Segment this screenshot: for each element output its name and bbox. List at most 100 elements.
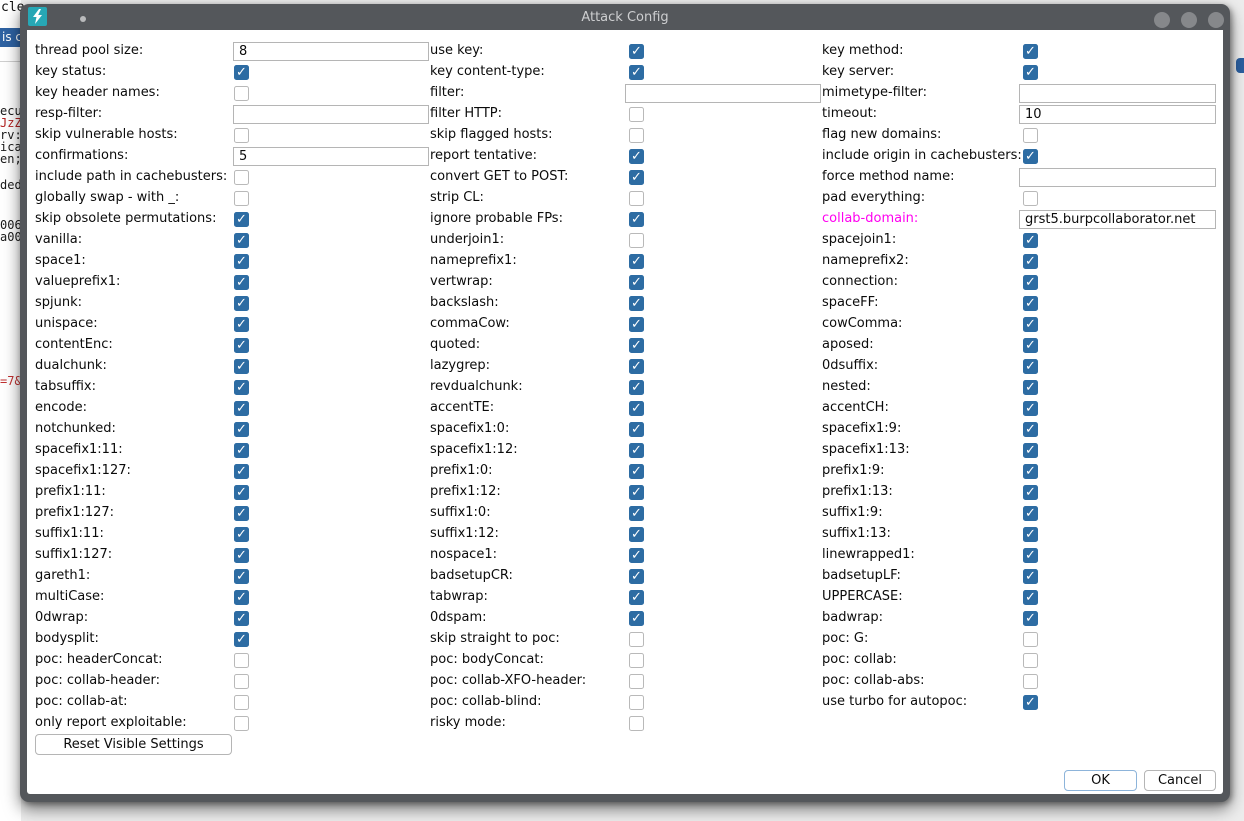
- setting-checkbox-checked[interactable]: ✓: [1023, 569, 1038, 584]
- setting-label: 0dsuffix:: [822, 358, 878, 373]
- setting-checkbox-checked[interactable]: ✓: [1023, 149, 1038, 164]
- setting-label: spacefix1:13:: [822, 442, 910, 457]
- setting-row: force method name:: [27, 167, 1223, 188]
- check-icon: ✓: [1025, 611, 1036, 626]
- background-text-fragment: =7&: [0, 374, 21, 388]
- setting-label: risky mode:: [430, 715, 506, 730]
- background-text-fragment: en;: [0, 152, 21, 166]
- check-icon: ✓: [1025, 275, 1036, 290]
- setting-row: timeout:: [27, 104, 1223, 125]
- dialog-content: thread pool size:key status:✓key header …: [27, 30, 1223, 794]
- setting-checkbox-checked[interactable]: ✓: [1023, 548, 1038, 563]
- setting-checkbox-checked[interactable]: ✓: [1023, 401, 1038, 416]
- setting-checkbox-checked[interactable]: ✓: [1023, 464, 1038, 479]
- setting-checkbox-checked[interactable]: ✓: [1023, 254, 1038, 269]
- check-icon: ✓: [1025, 317, 1036, 332]
- setting-row: spacefix1:13: ✓: [27, 440, 1223, 461]
- setting-checkbox-checked[interactable]: ✓: [1023, 275, 1038, 290]
- setting-checkbox-checked[interactable]: ✓: [1023, 44, 1038, 59]
- setting-label: use turbo for autopoc:: [822, 694, 967, 709]
- window-maximize-button[interactable]: [1181, 12, 1197, 28]
- setting-label: suffix1:13:: [822, 526, 891, 541]
- background-text-fragment: ded: [0, 178, 21, 192]
- ok-button[interactable]: OK: [1064, 770, 1137, 791]
- window-close-button[interactable]: [1208, 12, 1224, 28]
- setting-checkbox-unchecked[interactable]: [1023, 674, 1038, 689]
- cancel-button[interactable]: Cancel: [1144, 770, 1216, 791]
- setting-checkbox-unchecked[interactable]: [1023, 653, 1038, 668]
- titlebar[interactable]: Attack Config: [20, 4, 1230, 30]
- setting-checkbox-checked[interactable]: ✓: [1023, 527, 1038, 542]
- setting-row: spacejoin1:✓: [27, 230, 1223, 251]
- setting-text-input[interactable]: [1019, 105, 1216, 124]
- setting-row: aposed:✓: [27, 335, 1223, 356]
- setting-checkbox-checked[interactable]: ✓: [1023, 590, 1038, 605]
- setting-checkbox-checked[interactable]: ✓: [1023, 317, 1038, 332]
- check-icon: ✓: [1025, 485, 1036, 500]
- setting-label: poc: collab-abs:: [822, 673, 924, 688]
- check-icon: ✓: [1025, 506, 1036, 521]
- check-icon: ✓: [1025, 65, 1036, 80]
- setting-label: nameprefix2:: [822, 253, 909, 268]
- setting-checkbox-unchecked[interactable]: [629, 716, 644, 731]
- setting-checkbox-checked[interactable]: ✓: [1023, 296, 1038, 311]
- setting-checkbox-checked[interactable]: ✓: [1023, 422, 1038, 437]
- setting-checkbox-checked[interactable]: ✓: [1023, 695, 1038, 710]
- setting-label: include origin in cachebusters:: [822, 148, 1022, 163]
- setting-checkbox-checked[interactable]: ✓: [1023, 338, 1038, 353]
- setting-row: connection: ✓: [27, 272, 1223, 293]
- setting-label: poc: G:: [822, 631, 868, 646]
- setting-checkbox-checked[interactable]: ✓: [1023, 443, 1038, 458]
- setting-checkbox-checked[interactable]: ✓: [1023, 506, 1038, 521]
- attack-config-dialog: Attack Config thread pool size:key statu…: [20, 4, 1230, 802]
- setting-row: spacefix1:9:✓: [27, 419, 1223, 440]
- setting-checkbox-checked[interactable]: ✓: [1023, 485, 1038, 500]
- setting-row: collab-domain:: [27, 209, 1223, 230]
- setting-checkbox-checked[interactable]: ✓: [1023, 380, 1038, 395]
- setting-checkbox-unchecked[interactable]: [1023, 191, 1038, 206]
- setting-row: pad everything:: [27, 188, 1223, 209]
- setting-row: UPPERCASE: ✓: [27, 587, 1223, 608]
- setting-text-input[interactable]: [1019, 210, 1216, 229]
- setting-row: prefix1:13: ✓: [27, 482, 1223, 503]
- setting-label: badsetupLF:: [822, 568, 901, 583]
- setting-label: pad everything:: [822, 190, 925, 205]
- setting-text-input[interactable]: [1019, 168, 1216, 187]
- setting-label: prefix1:13:: [822, 484, 893, 499]
- window-minimize-button[interactable]: [1154, 12, 1170, 28]
- background-divider: [0, 61, 21, 62]
- check-icon: ✓: [1025, 464, 1036, 479]
- reset-visible-settings-button[interactable]: Reset Visible Settings: [35, 734, 232, 755]
- setting-row: flag new domains:: [27, 125, 1223, 146]
- setting-row: key method:✓: [27, 41, 1223, 62]
- setting-row: suffix1:9:✓: [27, 503, 1223, 524]
- check-icon: ✓: [1025, 695, 1036, 710]
- setting-checkbox-checked[interactable]: ✓: [1023, 359, 1038, 374]
- setting-checkbox-unchecked[interactable]: [1023, 632, 1038, 647]
- setting-checkbox-checked[interactable]: ✓: [1023, 611, 1038, 626]
- setting-label: force method name:: [822, 169, 954, 184]
- setting-label: mimetype-filter:: [822, 85, 927, 100]
- check-icon: ✓: [1025, 401, 1036, 416]
- setting-text-input[interactable]: [1019, 84, 1216, 103]
- setting-label: UPPERCASE:: [822, 589, 903, 604]
- setting-checkbox-checked[interactable]: ✓: [1023, 233, 1038, 248]
- check-icon: ✓: [1025, 233, 1036, 248]
- setting-checkbox-unchecked[interactable]: [1023, 128, 1038, 143]
- setting-label: connection:: [822, 274, 898, 289]
- setting-row: nameprefix2: ✓: [27, 251, 1223, 272]
- setting-checkbox-checked[interactable]: ✓: [1023, 65, 1038, 80]
- setting-label: spaceFF:: [822, 295, 878, 310]
- background-blue-button-edge: [1236, 58, 1244, 73]
- setting-label: poc: collab:: [822, 652, 897, 667]
- setting-row: nested:✓: [27, 377, 1223, 398]
- check-icon: ✓: [1025, 338, 1036, 353]
- setting-row: badsetupLF: ✓: [27, 566, 1223, 587]
- check-icon: ✓: [1025, 149, 1036, 164]
- setting-row: key server:✓: [27, 62, 1223, 83]
- check-icon: ✓: [1025, 254, 1036, 269]
- setting-row: risky mode:: [27, 713, 1223, 734]
- background-selected-row: is c: [0, 28, 21, 47]
- setting-row: use turbo for autopoc: ✓: [27, 692, 1223, 713]
- check-icon: ✓: [1025, 422, 1036, 437]
